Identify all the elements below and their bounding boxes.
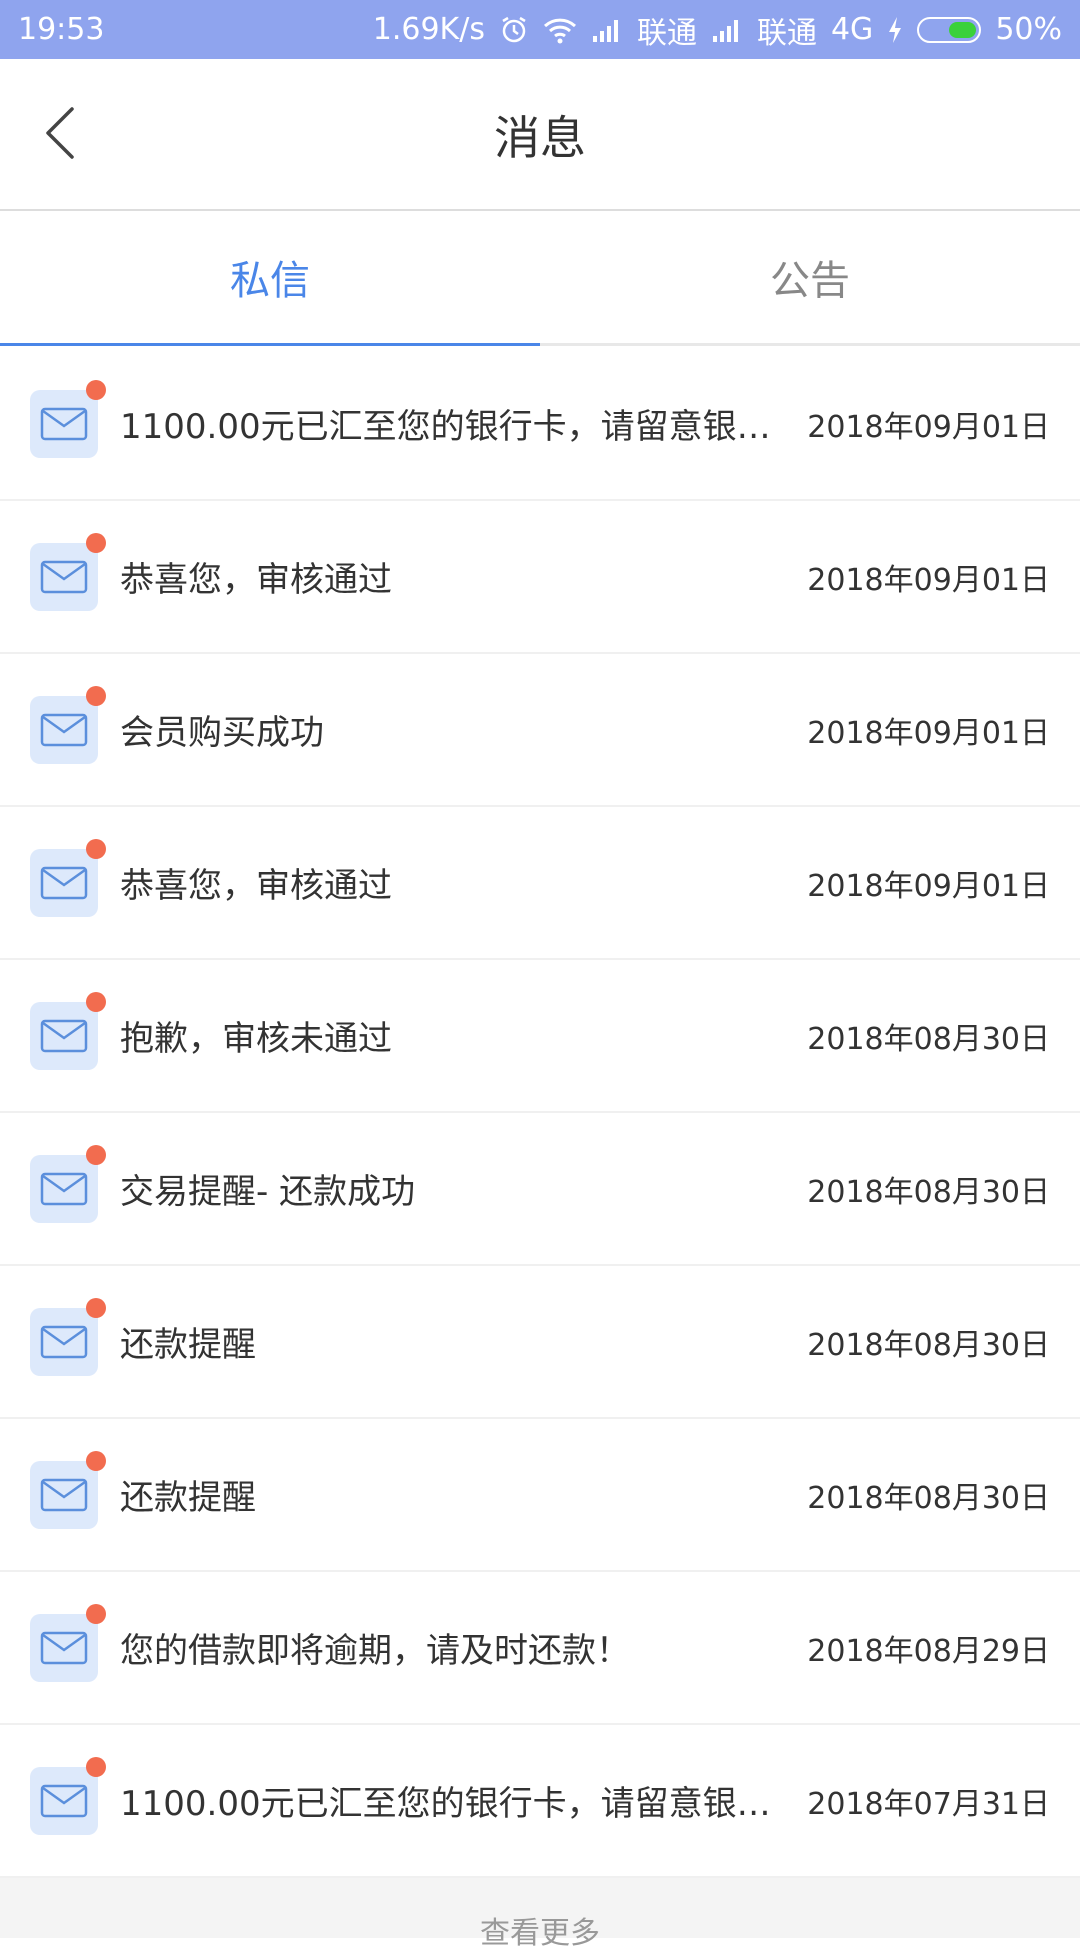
message-date: 2018年08月30日 <box>807 1480 1050 1516</box>
message-title: 恭喜您，审核通过 <box>120 560 392 600</box>
alarm-icon <box>499 15 529 45</box>
status-time: 19:53 <box>18 12 105 47</box>
message-date: 2018年08月30日 <box>807 1327 1050 1363</box>
unread-dot <box>86 1450 106 1471</box>
message-title: 恭喜您，审核通过 <box>120 866 392 906</box>
message-date: 2018年09月01日 <box>807 868 1050 904</box>
tab-announcements[interactable]: 公告 <box>540 211 1080 343</box>
list-item[interactable]: 还款提醒 2018年08月30日 <box>0 1419 1080 1572</box>
message-title: 您的借款即将逾期，请及时还款！ <box>120 1631 630 1671</box>
unread-dot <box>86 1756 106 1777</box>
message-date: 2018年08月30日 <box>807 1021 1050 1057</box>
battery-icon <box>917 16 982 43</box>
list-item[interactable]: 恭喜您，审核通过 2018年09月01日 <box>0 501 1080 654</box>
signal-icon <box>711 18 743 42</box>
mail-icon <box>30 532 106 611</box>
mail-icon <box>30 685 106 764</box>
message-date: 2018年08月30日 <box>807 1174 1050 1210</box>
message-title: 1100.00元已汇至您的银行卡，请留意银行… <box>120 407 794 447</box>
mail-icon <box>30 1450 106 1529</box>
load-more-button[interactable]: 查看更多 <box>0 1878 1080 1951</box>
mail-icon <box>30 838 106 917</box>
list-item[interactable]: 交易提醒- 还款成功 2018年08月30日 <box>0 1113 1080 1266</box>
page-title: 消息 <box>494 111 586 165</box>
net-speed: 1.69K/s <box>372 12 485 47</box>
unread-dot <box>86 379 106 400</box>
message-date: 2018年09月01日 <box>807 562 1050 598</box>
list-item[interactable]: 您的借款即将逾期，请及时还款！ 2018年08月29日 <box>0 1572 1080 1725</box>
mail-icon <box>30 1144 106 1223</box>
mail-icon <box>30 1297 106 1376</box>
tab-bar: 私信 公告 <box>0 211 1080 346</box>
message-date: 2018年07月31日 <box>807 1786 1050 1822</box>
network-type: 4G <box>830 12 874 47</box>
unread-dot <box>86 838 106 859</box>
message-title: 还款提醒 <box>120 1325 256 1365</box>
carrier-1: 联通 <box>636 15 697 51</box>
battery-percent: 50% <box>995 12 1062 47</box>
wifi-icon <box>543 16 577 44</box>
mail-icon <box>30 1603 106 1682</box>
back-button[interactable] <box>30 99 90 171</box>
chevron-left-icon <box>42 105 78 165</box>
list-item[interactable]: 抱歉，审核未通过 2018年08月30日 <box>0 960 1080 1113</box>
battery-level <box>949 21 977 38</box>
list-item[interactable]: 会员购买成功 2018年09月01日 <box>0 654 1080 807</box>
unread-dot <box>86 685 106 706</box>
message-title: 1100.00元已汇至您的银行卡，请留意银行… <box>120 1784 794 1824</box>
carrier-2: 联通 <box>756 15 817 51</box>
message-title: 会员购买成功 <box>120 713 324 753</box>
charging-icon <box>887 16 903 44</box>
message-date: 2018年09月01日 <box>807 409 1050 445</box>
message-title: 交易提醒- 还款成功 <box>120 1172 416 1212</box>
unread-dot <box>86 532 106 553</box>
unread-dot <box>86 991 106 1012</box>
mail-icon <box>30 991 106 1070</box>
list-item[interactable]: 恭喜您，审核通过 2018年09月01日 <box>0 807 1080 960</box>
unread-dot <box>86 1144 106 1165</box>
list-item[interactable]: 1100.00元已汇至您的银行卡，请留意银行… 2018年09月01日 <box>0 348 1080 501</box>
signal-icon <box>591 18 623 42</box>
message-title: 抱歉，审核未通过 <box>120 1019 392 1059</box>
message-title: 还款提醒 <box>120 1478 256 1518</box>
message-date: 2018年09月01日 <box>807 715 1050 751</box>
unread-dot <box>86 1297 106 1318</box>
list-item[interactable]: 还款提醒 2018年08月30日 <box>0 1266 1080 1419</box>
status-bar: 19:53 1.69K/s 联通 联通 4G 50% <box>0 0 1080 59</box>
mail-icon <box>30 379 106 458</box>
header-bar: 消息 <box>0 59 1080 211</box>
tab-private-messages[interactable]: 私信 <box>0 211 540 346</box>
unread-dot <box>86 1603 106 1624</box>
list-item[interactable]: 1100.00元已汇至您的银行卡，请留意银行… 2018年07月31日 <box>0 1725 1080 1878</box>
message-date: 2018年08月29日 <box>807 1633 1050 1669</box>
message-list: 1100.00元已汇至您的银行卡，请留意银行… 2018年09月01日 恭喜您，… <box>0 348 1080 1878</box>
mail-icon <box>30 1756 106 1835</box>
